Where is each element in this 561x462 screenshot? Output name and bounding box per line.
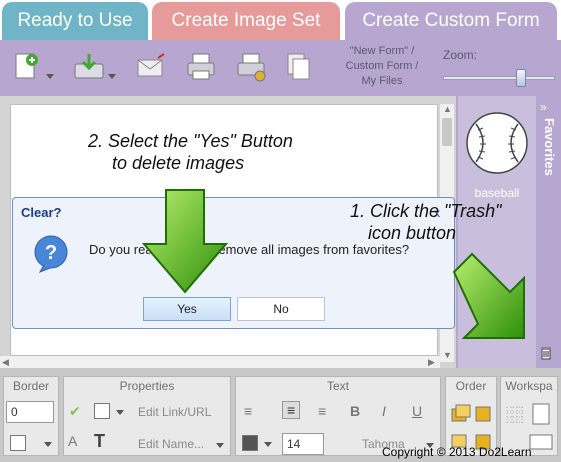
favorites-title: Favorites bbox=[542, 118, 557, 176]
tab-bar: Ready to Use Create Image Set Create Cus… bbox=[0, 0, 561, 40]
zoom-label: Zoom: bbox=[443, 48, 478, 62]
breadcrumb: "New Form" / Custom Form / My Files bbox=[332, 44, 432, 89]
printer-icon bbox=[187, 53, 215, 80]
download-icon bbox=[74, 54, 104, 79]
order-group: Order bbox=[445, 376, 497, 456]
chevron-down-icon[interactable] bbox=[44, 442, 52, 447]
annotation-arrow-yes bbox=[141, 189, 229, 294]
annotation-line: 1. Click the "Trash" bbox=[350, 201, 502, 221]
dialog-title: Clear? bbox=[21, 205, 62, 220]
no-button[interactable]: No bbox=[237, 297, 325, 321]
question-icon: ? bbox=[34, 235, 68, 273]
new-form-button[interactable] bbox=[8, 48, 54, 86]
scrollbar-thumb[interactable] bbox=[442, 118, 452, 146]
annotation-step-2: 2. Select the "Yes" Button to delete ima… bbox=[88, 130, 348, 174]
tab-create-image-set[interactable]: Create Image Set bbox=[152, 2, 340, 40]
group-title: Order bbox=[455, 379, 487, 393]
mail-icon bbox=[137, 53, 165, 77]
scroll-up-icon[interactable]: ▲ bbox=[443, 104, 452, 114]
underline-icon[interactable]: U bbox=[412, 403, 422, 419]
annotation-line: to delete images bbox=[112, 153, 245, 173]
annotation-step-1: 1. Click the "Trash" icon button bbox=[350, 200, 550, 244]
breadcrumb-item: Custom Form / bbox=[345, 60, 419, 72]
text-color-swatch[interactable] bbox=[242, 435, 258, 451]
edit-link-button[interactable]: Edit Link/URL bbox=[138, 405, 211, 419]
chevron-down-icon bbox=[46, 74, 54, 79]
annotation-line: icon button bbox=[368, 223, 457, 243]
download-button[interactable] bbox=[70, 48, 116, 86]
properties-group: Properties ✔ Edit Link/URL A T Edit Name… bbox=[63, 376, 231, 456]
grid-icon[interactable] bbox=[505, 405, 525, 425]
align-center-icon[interactable]: ≡ bbox=[282, 401, 301, 419]
chevron-down-icon bbox=[108, 74, 116, 79]
copy-button[interactable] bbox=[280, 48, 318, 86]
scroll-left-icon[interactable]: ◀ bbox=[2, 357, 9, 368]
yes-button[interactable]: Yes bbox=[143, 297, 231, 321]
scroll-down-icon[interactable]: ▼ bbox=[443, 350, 452, 360]
send-button[interactable] bbox=[132, 48, 170, 86]
text-style-icon[interactable]: A bbox=[68, 433, 77, 449]
breadcrumb-item: "New Form" / bbox=[349, 45, 415, 57]
print-settings-button[interactable] bbox=[232, 48, 270, 86]
chevron-down-icon[interactable] bbox=[116, 410, 124, 415]
fill-color-swatch[interactable] bbox=[94, 403, 110, 419]
zoom-slider-thumb[interactable] bbox=[516, 69, 526, 87]
font-size-stepper[interactable]: 14 bbox=[282, 433, 324, 455]
group-title: Text bbox=[326, 379, 349, 393]
group-title: Properties bbox=[119, 379, 175, 393]
page-icon[interactable] bbox=[531, 403, 551, 425]
bring-forward-icon[interactable] bbox=[450, 401, 494, 427]
new-document-icon bbox=[15, 53, 38, 79]
toolbar: "New Form" / Custom Form / My Files Zoom… bbox=[0, 40, 561, 96]
text-box-icon[interactable]: T bbox=[94, 431, 105, 452]
svg-text:?: ? bbox=[45, 242, 57, 264]
align-right-icon[interactable]: ≡ bbox=[318, 403, 326, 419]
printer-settings-icon bbox=[237, 53, 266, 82]
edit-name-button[interactable]: Edit Name... bbox=[138, 437, 204, 451]
print-button[interactable] bbox=[182, 48, 220, 86]
copyright-text: Copyright © 2013 Do2Learn bbox=[382, 445, 532, 459]
border-width-stepper[interactable]: 0 bbox=[6, 401, 54, 423]
border-width-value: 0 bbox=[11, 405, 18, 419]
workspace-group: Workspa bbox=[500, 376, 558, 456]
group-title: Border bbox=[12, 379, 50, 393]
copy-icon bbox=[287, 53, 310, 80]
border-color-swatch[interactable] bbox=[10, 435, 26, 451]
scroll-right-icon[interactable]: ▶ bbox=[428, 357, 435, 368]
annotation-arrow-trash bbox=[452, 252, 525, 339]
group-title: Workspa bbox=[505, 379, 553, 393]
page-landscape-icon[interactable] bbox=[529, 433, 553, 451]
chevron-down-icon[interactable] bbox=[216, 443, 224, 448]
tab-create-custom-form[interactable]: Create Custom Form bbox=[345, 2, 557, 40]
annotation-line: 2. Select the "Yes" Button bbox=[88, 131, 293, 151]
text-group: Text ≡ ≡ ≡ B I U 14 Tahoma bbox=[235, 376, 441, 456]
chevron-down-icon[interactable] bbox=[264, 442, 272, 447]
zoom-slider[interactable] bbox=[443, 76, 555, 80]
collapse-favorites-icon[interactable]: » bbox=[540, 100, 547, 114]
border-group: Border 0 bbox=[3, 376, 59, 456]
favorite-item-label: baseball bbox=[474, 186, 520, 200]
dialog-message: Do you really want to remove all images … bbox=[89, 242, 410, 257]
tab-ready-to-use[interactable]: Ready to Use bbox=[2, 2, 148, 40]
bold-icon[interactable]: B bbox=[350, 403, 360, 419]
align-left-icon[interactable]: ≡ bbox=[244, 403, 252, 419]
italic-icon[interactable]: I bbox=[382, 403, 386, 419]
font-size-value: 14 bbox=[287, 437, 301, 451]
check-icon[interactable]: ✔ bbox=[69, 403, 81, 420]
horizontal-scrollbar[interactable]: ◀ ▶ bbox=[0, 356, 440, 368]
breadcrumb-item[interactable]: My Files bbox=[332, 74, 432, 89]
baseball-image[interactable] bbox=[464, 110, 530, 176]
